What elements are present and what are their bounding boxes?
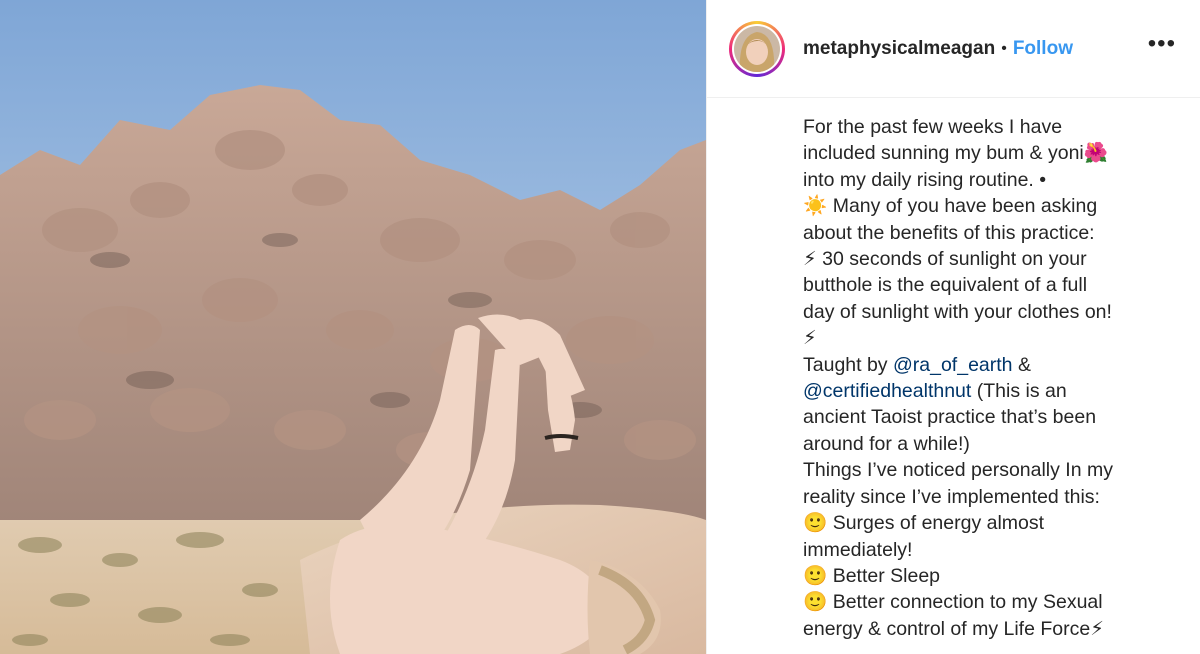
follow-button[interactable]: Follow [1013, 38, 1073, 60]
caption-line: For the past few weeks I have [803, 116, 1063, 138]
caption-text: (This is an [971, 380, 1067, 403]
caption-line: ancient Taoist practice that’s been [803, 406, 1097, 429]
caption-line: around for a while!) [803, 432, 970, 455]
username-link[interactable]: metaphysicalmeagan [803, 38, 995, 60]
avatar[interactable] [734, 25, 780, 72]
caption-line: 🙂 Better connection to my Sexual [803, 589, 1173, 615]
lightning-icon: ⚡ [803, 326, 817, 350]
story-ring[interactable] [729, 20, 785, 77]
instagram-post: metaphysicalmeagan • Follow ••• For the … [0, 0, 1200, 654]
caption-line: included sunning my bum & yoni🌺 [803, 140, 1173, 166]
caption-line: Things I’ve noticed personally In my [803, 459, 1113, 482]
separator-dot: • [1001, 39, 1007, 57]
avatar-image [734, 25, 780, 72]
mention-link[interactable]: @ra_of_earth [893, 354, 1013, 376]
caption-line: immediately! [803, 538, 913, 561]
caption-line: into my daily rising routine. • [803, 168, 1047, 191]
caption-line: 🙂 Better Sleep [803, 563, 1173, 589]
caption-line: ⚡ 30 seconds of sunlight on your [803, 246, 1173, 272]
post-caption: For the past few weeks I have included s… [803, 114, 1173, 642]
avatar-border [732, 23, 782, 74]
caption-line: day of sunlight with your clothes on! [803, 300, 1112, 323]
caption-line: reality since I’ve implemented this: [803, 485, 1100, 508]
caption-line: ☀️ Many of you have been asking [803, 193, 1173, 219]
caption-text: Taught by [803, 353, 893, 376]
desert-rock-scene [0, 0, 706, 654]
caption-line: ⚡ [803, 325, 1173, 351]
smile-icon: 🙂 [803, 511, 828, 535]
caption-text: 30 seconds of sunlight on your [816, 248, 1087, 271]
caption-line: Taught by @ra_of_earth & [803, 352, 1173, 378]
caption-text: Better Sleep [827, 564, 941, 587]
caption-line: energy & control of my Life Force⚡ [803, 616, 1173, 642]
caption-text: Better connection to my Sexual [827, 591, 1103, 614]
lightning-icon: ⚡ [803, 247, 817, 271]
caption-text: Surges of energy almost [827, 512, 1045, 535]
hibiscus-icon: 🌺 [1083, 141, 1109, 165]
caption-text: Many of you have been asking [827, 195, 1098, 218]
caption-text: energy & control of my Life Force [803, 617, 1091, 640]
post-header: metaphysicalmeagan • Follow ••• [707, 0, 1200, 98]
caption-line: 🙂 Surges of energy almost [803, 510, 1173, 536]
caption-line: about the benefits of this practice: [803, 221, 1095, 244]
more-options-icon[interactable]: ••• [1148, 32, 1176, 56]
mention-link[interactable]: @certifiedhealthnut [803, 380, 971, 402]
smile-icon: 🙂 [803, 590, 828, 614]
caption-text: & [1012, 353, 1031, 376]
lightning-icon: ⚡ [1090, 616, 1104, 640]
sun-icon: ☀️ [803, 194, 828, 218]
caption-line: @certifiedhealthnut (This is an [803, 378, 1173, 404]
caption-text: included sunning my bum & yoni [803, 142, 1084, 165]
post-sidebar: metaphysicalmeagan • Follow ••• For the … [706, 0, 1200, 654]
post-photo[interactable] [0, 0, 706, 654]
smile-icon: 🙂 [803, 563, 828, 587]
caption-line: butthole is the equivalent of a full [803, 274, 1088, 297]
